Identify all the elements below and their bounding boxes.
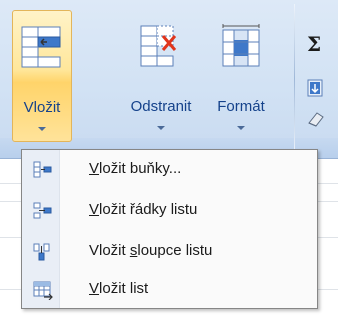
- delete-label: Odstranit: [130, 98, 192, 115]
- insert-rows-icon: [33, 202, 52, 219]
- insert-sheet-icon: [33, 281, 53, 300]
- menu-item-insert-cells[interactable]: Vložit buňky...: [22, 151, 317, 189]
- delete-button[interactable]: Odstranit: [120, 10, 202, 142]
- menu-item-insert-rows[interactable]: Vložit řádky listu: [22, 192, 317, 230]
- menu-item-label: Vložit řádky listu: [89, 201, 198, 218]
- delete-cells-icon: [140, 25, 177, 67]
- group-separator: [294, 4, 295, 154]
- insert-label: Vložit: [23, 99, 61, 116]
- chevron-down-icon: [38, 127, 46, 131]
- menu-item-insert-columns[interactable]: Vložit sloupce listu: [22, 233, 317, 271]
- format-label: Formát: [217, 98, 265, 115]
- menu-item-label: Vložit list: [89, 280, 149, 297]
- chevron-down-icon: [237, 126, 245, 130]
- chevron-down-icon: [157, 126, 165, 130]
- insert-cells-small-icon: [33, 161, 52, 178]
- menu-item-insert-sheet[interactable]: Vložit list: [22, 271, 317, 309]
- insert-columns-icon: [33, 243, 50, 261]
- autosum-icon[interactable]: Σ: [307, 32, 321, 56]
- format-button[interactable]: Formát: [202, 10, 280, 142]
- insert-cells-icon: [21, 26, 61, 68]
- format-cells-icon: [222, 24, 260, 67]
- insert-dropdown-menu: Vložit buňky... Vložit řádky listu Vloži…: [21, 149, 318, 309]
- fill-icon[interactable]: [305, 78, 327, 98]
- insert-button[interactable]: Vložit: [12, 10, 72, 142]
- menu-item-label: Vložit sloupce listu: [89, 242, 213, 259]
- clear-icon[interactable]: [305, 108, 327, 128]
- menu-item-label: Vložit buňky...: [89, 160, 182, 177]
